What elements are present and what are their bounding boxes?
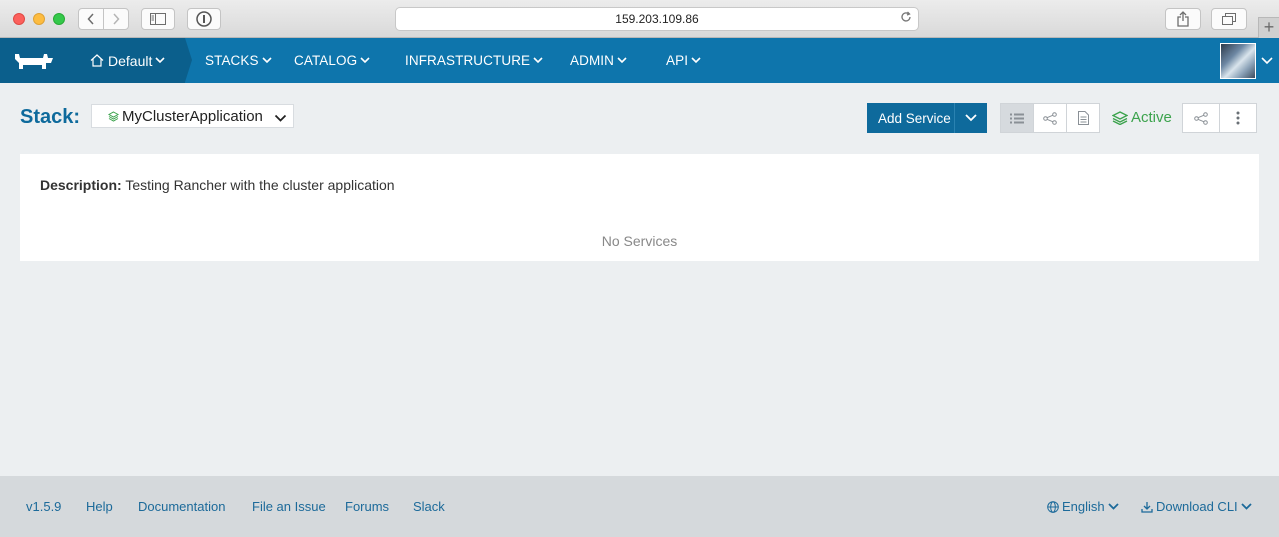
description-text: Testing Rancher with the cluster applica… bbox=[125, 177, 395, 193]
forward-button[interactable] bbox=[103, 8, 129, 30]
share-icon bbox=[1194, 111, 1208, 125]
description-label: Description: bbox=[40, 177, 122, 193]
new-tab-button[interactable]: + bbox=[1258, 17, 1279, 38]
chevron-down-icon bbox=[617, 57, 627, 64]
nav-stacks-label: STACKS bbox=[205, 53, 259, 68]
empty-state-text: No Services bbox=[601, 233, 678, 249]
list-view-icon bbox=[1010, 113, 1024, 123]
layers-icon bbox=[1112, 110, 1128, 125]
nav-admin[interactable]: ADMIN bbox=[570, 38, 627, 83]
graph-view-icon bbox=[1043, 111, 1057, 125]
chevron-down-icon bbox=[1261, 56, 1273, 64]
address-bar[interactable]: 159.203.109.86 bbox=[395, 7, 919, 31]
browser-share-button[interactable] bbox=[1165, 8, 1201, 30]
nav-stacks[interactable]: STACKS bbox=[205, 38, 272, 83]
add-service-button[interactable]: Add Service bbox=[867, 103, 987, 133]
chevron-down-icon bbox=[262, 57, 272, 64]
more-vertical-icon bbox=[1236, 111, 1240, 125]
share-icon bbox=[1177, 11, 1189, 27]
list-view-button[interactable] bbox=[1000, 103, 1034, 133]
nav-catalog[interactable]: CATALOG bbox=[294, 38, 370, 83]
stack-detail-panel: Description: Testing Rancher with the cl… bbox=[20, 154, 1259, 261]
show-tabs-button[interactable] bbox=[1211, 8, 1247, 30]
url-text: 159.203.109.86 bbox=[615, 12, 699, 26]
nav-catalog-label: CATALOG bbox=[294, 53, 358, 68]
help-link[interactable]: Help bbox=[86, 499, 113, 514]
zoom-window-button[interactable] bbox=[53, 13, 65, 25]
download-cli-label: Download CLI bbox=[1156, 499, 1238, 514]
status-badge: Active bbox=[1112, 109, 1172, 126]
chevron-down-icon bbox=[360, 57, 370, 64]
share-button[interactable] bbox=[1182, 103, 1220, 133]
view-mode-group bbox=[1000, 103, 1100, 133]
tabs-icon bbox=[1222, 13, 1236, 25]
main-nav: Default STACKS CATALOG INFRASTRUCTURE AD… bbox=[0, 38, 1279, 83]
add-service-label: Add Service bbox=[867, 103, 955, 133]
language-label: English bbox=[1062, 499, 1105, 514]
stack-selector-value: MyClusterApplication bbox=[122, 107, 263, 125]
add-service-dropdown-button[interactable] bbox=[955, 114, 987, 122]
nav-admin-label: ADMIN bbox=[570, 53, 614, 68]
info-circle-icon bbox=[196, 11, 212, 27]
close-window-button[interactable] bbox=[13, 13, 25, 25]
stack-actions-group bbox=[1182, 103, 1257, 133]
chevron-right-icon bbox=[113, 13, 120, 25]
page-title: Stack: bbox=[20, 106, 81, 128]
chevron-down-icon bbox=[965, 114, 977, 122]
home-icon bbox=[90, 54, 104, 67]
globe-icon bbox=[1047, 500, 1059, 513]
status-text: Active bbox=[1131, 109, 1172, 126]
back-button[interactable] bbox=[78, 8, 104, 30]
nav-infrastructure-label: INFRASTRUCTURE bbox=[405, 53, 531, 68]
environment-label: Default bbox=[108, 52, 153, 69]
file-view-icon bbox=[1077, 111, 1089, 125]
more-actions-button[interactable] bbox=[1219, 103, 1257, 133]
sidebar-icon bbox=[150, 13, 166, 25]
reload-icon[interactable] bbox=[900, 11, 912, 26]
footer: v1.5.9 Help Documentation File an Issue … bbox=[0, 476, 1279, 537]
privacy-report-button[interactable] bbox=[187, 8, 221, 30]
chevron-down-icon bbox=[155, 57, 165, 64]
stack-description: Description: Testing Rancher with the cl… bbox=[40, 177, 395, 193]
chevron-down-icon bbox=[1108, 503, 1119, 510]
download-cli-menu[interactable]: Download CLI bbox=[1141, 499, 1255, 514]
layers-icon bbox=[108, 110, 119, 122]
language-selector[interactable]: English bbox=[1047, 499, 1122, 514]
user-menu[interactable] bbox=[1220, 42, 1275, 79]
chevron-left-icon bbox=[87, 13, 94, 25]
download-icon bbox=[1141, 501, 1153, 513]
nav-api[interactable]: API bbox=[666, 38, 701, 83]
graph-view-button[interactable] bbox=[1033, 103, 1067, 133]
forums-link[interactable]: Forums bbox=[345, 499, 389, 514]
nav-api-label: API bbox=[666, 53, 689, 68]
avatar bbox=[1220, 42, 1256, 79]
version-link[interactable]: v1.5.9 bbox=[26, 499, 61, 514]
file-issue-link[interactable]: File an Issue bbox=[252, 499, 326, 514]
compose-file-view-button[interactable] bbox=[1066, 103, 1100, 133]
chevron-down-icon bbox=[691, 57, 701, 64]
chevron-down-icon bbox=[274, 110, 287, 127]
environment-arrow bbox=[185, 38, 192, 82]
chevron-down-icon bbox=[533, 57, 543, 64]
browser-toolbar: 159.203.109.86 + bbox=[0, 0, 1279, 38]
stack-selector[interactable]: MyClusterApplication bbox=[91, 104, 294, 128]
sidebar-toggle-button[interactable] bbox=[141, 8, 175, 30]
chevron-down-icon bbox=[1241, 503, 1252, 510]
environment-switcher[interactable]: Default bbox=[68, 38, 185, 83]
rancher-logo[interactable] bbox=[0, 38, 68, 83]
slack-link[interactable]: Slack bbox=[413, 499, 445, 514]
nav-infrastructure[interactable]: INFRASTRUCTURE bbox=[405, 38, 543, 83]
minimize-window-button[interactable] bbox=[33, 13, 45, 25]
documentation-link[interactable]: Documentation bbox=[138, 499, 225, 514]
